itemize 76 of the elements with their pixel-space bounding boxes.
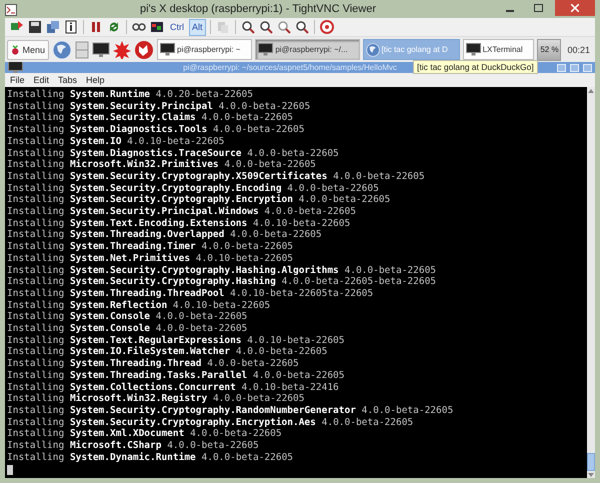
menu-item[interactable]: Help: [86, 75, 105, 85]
close-icon: [571, 4, 579, 12]
starburst-icon[interactable]: [113, 40, 131, 58]
terminal-line: Installing System.Security.Principal 4.0.0-beta-22605: [7, 100, 312, 112]
menu-button[interactable]: Menu: [7, 40, 49, 60]
zoom-fit-icon[interactable]: [294, 20, 309, 34]
menu-item[interactable]: Tabs: [58, 75, 78, 85]
taskbar-task-button[interactable]: LXTerminal: [462, 39, 534, 60]
terminal-line: Installing Microsoft.CSharp 4.0.0-beta-22605: [7, 440, 260, 452]
refresh-icon[interactable]: [107, 20, 121, 34]
terminal-line: Installing System.IO 4.0.10-beta-22605: [7, 136, 226, 148]
raspberry-icon: [11, 42, 20, 56]
key-toggle-button[interactable]: Alt: [189, 18, 206, 36]
terminal-line: Installing System.Runtime 4.0.20-beta-22605: [7, 89, 254, 101]
terminal-line: Installing System.Diagnostics.TraceSource 4.0.0-beta-22605: [7, 148, 340, 159]
terminal-line: Installing System.Diagnostics.Tools 4.0.0-beta-22605: [7, 124, 306, 136]
window-title: pi's X desktop (raspberrypi:1) - TightVNC Viewer: [138, 3, 378, 15]
terminal-line: Installing System.Threading.ThreadPool 4.0.10-beta-22605ta-22605: [7, 288, 374, 300]
monitor-icon[interactable]: [92, 42, 110, 58]
terminal-title: pi@raspberrypi: ~/sources/aspnet5/home/samples/HelloMvc: [183, 63, 397, 72]
zoom-normal-icon[interactable]: [276, 20, 291, 34]
terminal-line: Installing System.Threading.Timer 4.0.0-beta-22605: [7, 241, 294, 253]
terminal-line: Installing System.Text.RegularExpressions 4.0.10-beta-22605: [7, 334, 346, 346]
terminal-line: Installing System.Net.Primitives 4.0.10-beta-22605: [7, 252, 294, 265]
key-toggle-button[interactable]: Ctrl: [167, 18, 187, 36]
clipboard-icon[interactable]: [216, 20, 230, 34]
zoom-in-icon[interactable]: [240, 20, 255, 34]
pause-icon[interactable]: [89, 20, 103, 34]
terminal-line: Installing System.IO.FileSystem.Watcher 4.0.0-beta-22605: [7, 346, 328, 358]
clock: 00:21: [566, 44, 591, 54]
menu-item[interactable]: Edit: [34, 75, 50, 85]
terminal-icon: [8, 61, 23, 74]
terminal-line: Installing System.Security.Cryptography.RandomNumberGenerator 4.0.0-beta-22605: [7, 404, 454, 417]
terminal-line: Installing System.Collections.Concurrent 4.0.10-beta-22416: [7, 382, 340, 393]
save-icon[interactable]: [28, 20, 42, 34]
terminal-line: Installing System.Threading.Tasks.Parallel 4.0.0-beta-22605: [7, 370, 346, 382]
fullscreen-icon[interactable]: [320, 20, 334, 34]
monitor-icon: [160, 43, 175, 56]
terminal-line: Installing System.Threading.Thread 4.0.0-beta-22605: [7, 358, 300, 370]
terminal-line: Installing System.Security.Cryptography.Encoding 4.0.0-beta-22605: [7, 182, 380, 194]
cpu-monitor: 52 %: [537, 38, 562, 60]
terminal-line: Installing System.Security.Claims 4.0.0-beta-22605: [7, 112, 294, 124]
taskbar-task-button[interactable]: pi@raspberrypi: ~: [157, 39, 252, 60]
terminal-line: Installing System.Security.Principal.Windows 4.0.0-beta-22605: [7, 206, 357, 218]
terminal-line: Installing System.Console 4.0.0-beta-22605: [7, 311, 248, 324]
zoom-out-icon[interactable]: [258, 20, 273, 34]
scrollbar[interactable]: [587, 87, 595, 478]
text-cursor: [7, 464, 13, 474]
globe-icon[interactable]: [52, 40, 72, 60]
terminal-line: Installing System.Threading.Overlapped 4.0.0-beta-22605: [7, 229, 323, 241]
taskbar-task-button[interactable]: pi@raspberrypi: ~/...: [255, 39, 360, 60]
terminal-line: Installing System.Security.Cryptography.Hashing 4.0.0-beta-22605-beta-22605: [7, 276, 438, 288]
terminal-line: Installing System.Security.Cryptography.Encryption.Aes 4.0.0-beta-22605: [7, 416, 414, 428]
monitor-icon: [466, 43, 481, 56]
close-button[interactable]: [555, 0, 595, 16]
info-icon[interactable]: [64, 20, 78, 34]
terminal-line: Installing System.Console 4.0.0-beta-22605: [7, 323, 248, 335]
options-icon[interactable]: [46, 20, 60, 34]
terminal-line: Installing System.Security.Cryptography.Hashing.Algorithms 4.0.0-beta-22605: [7, 264, 438, 276]
terminal-line: Installing Microsoft.Win32.Registry 4.0.0-beta-22605: [7, 393, 306, 405]
terminal-line: Installing System.Text.Encoding.Extensions 4.0.10-beta-22605: [7, 218, 352, 229]
terminal-line: Installing System.Security.Cryptography.Encryption 4.0.0-beta-22605: [7, 194, 392, 206]
terminal-line: Installing Microsoft.Win32.Primitives 4.0.0-beta-22605: [7, 159, 317, 171]
monitor-icon: [258, 43, 274, 56]
window-icon[interactable]: [150, 20, 164, 34]
maximize-icon: [534, 4, 542, 12]
scrollbar-thumb[interactable]: [587, 453, 595, 471]
close-button[interactable]: [583, 64, 592, 72]
terminal-line: Installing System.Dynamic.Runtime 4.0.0-beta-22605: [7, 452, 294, 464]
menu-item[interactable]: File: [10, 75, 25, 85]
terminal-line: Installing System.Security.Cryptography.X509Certificates 4.0.0-beta-22605: [7, 170, 426, 183]
globe-icon[interactable]: [366, 42, 380, 56]
app-icon: [5, 4, 17, 16]
tooltip: [tic tac golang at DuckDuckGo]: [413, 60, 538, 74]
terminal-line: Installing System.Xml.XDocument 4.0.0-beta-22605: [7, 428, 283, 440]
terminal-line: Installing System.Reflection 4.0.10-beta-22605: [7, 300, 272, 312]
